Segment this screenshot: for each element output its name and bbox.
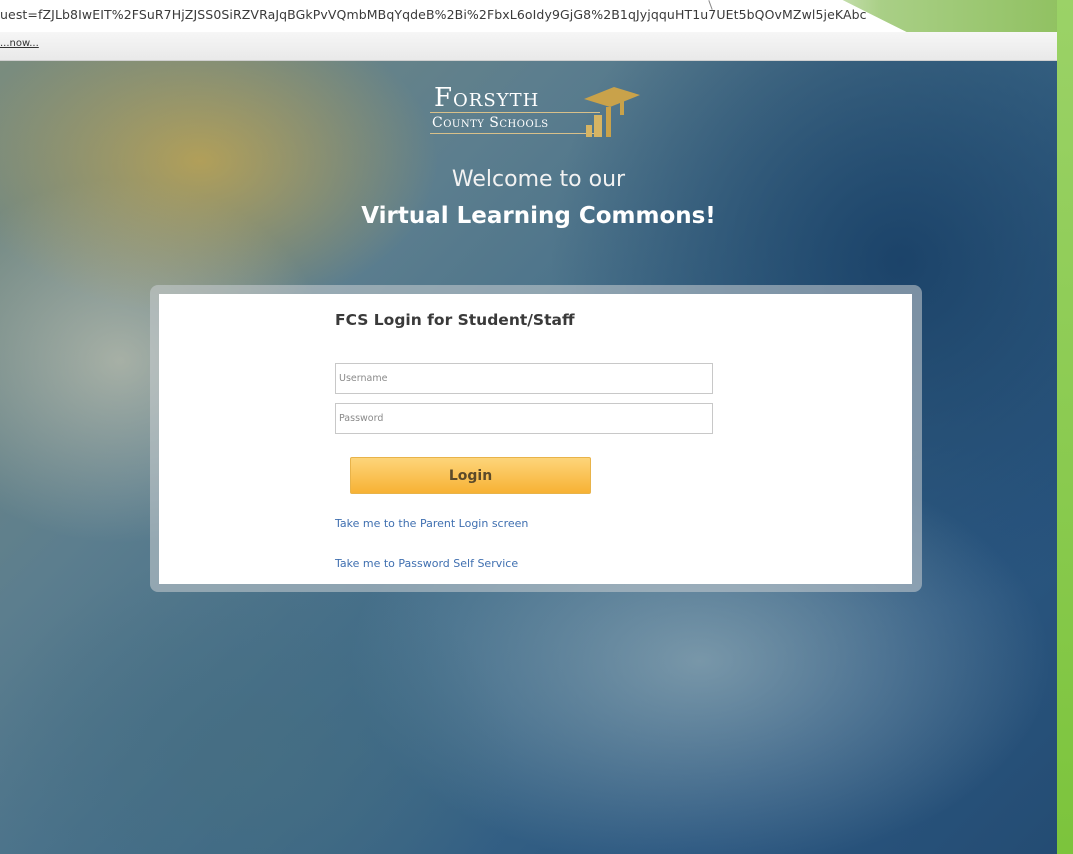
parent-login-link[interactable]: Take me to the Parent Login screen <box>335 517 528 530</box>
screenshot-root: uest=fZJLb8IwEIT%2FSuR7HjZJSS0SiRZVRaJqB… <box>0 0 1073 854</box>
url-text[interactable]: uest=fZJLb8IwEIT%2FSuR7HjZJSS0SiRZVRaJqB… <box>0 7 867 22</box>
welcome-heading: Welcome to our <box>451 167 626 192</box>
login-button[interactable]: Login <box>350 457 591 494</box>
logo-rule <box>430 112 600 113</box>
login-card: FCS Login for Student/Staff Login Take m… <box>159 294 912 584</box>
graduation-cap-icon <box>584 87 640 137</box>
password-self-service-link[interactable]: Take me to Password Self Service <box>335 557 518 570</box>
logo-text-county-schools: County Schools <box>432 115 549 131</box>
login-title: FCS Login for Student/Staff <box>335 311 575 329</box>
username-input[interactable] <box>335 363 713 394</box>
logo-rule <box>430 133 600 134</box>
notification-bar: ...now... <box>0 32 1058 61</box>
notification-link[interactable]: ...now... <box>0 38 39 49</box>
forsyth-county-schools-logo: Forsyth County Schools <box>430 79 645 145</box>
welcome-subheading: Virtual Learning Commons! <box>361 203 716 229</box>
logo-text-forsyth: Forsyth <box>434 83 540 113</box>
slide-decoration-edge <box>1057 0 1073 854</box>
password-input[interactable] <box>335 403 713 434</box>
